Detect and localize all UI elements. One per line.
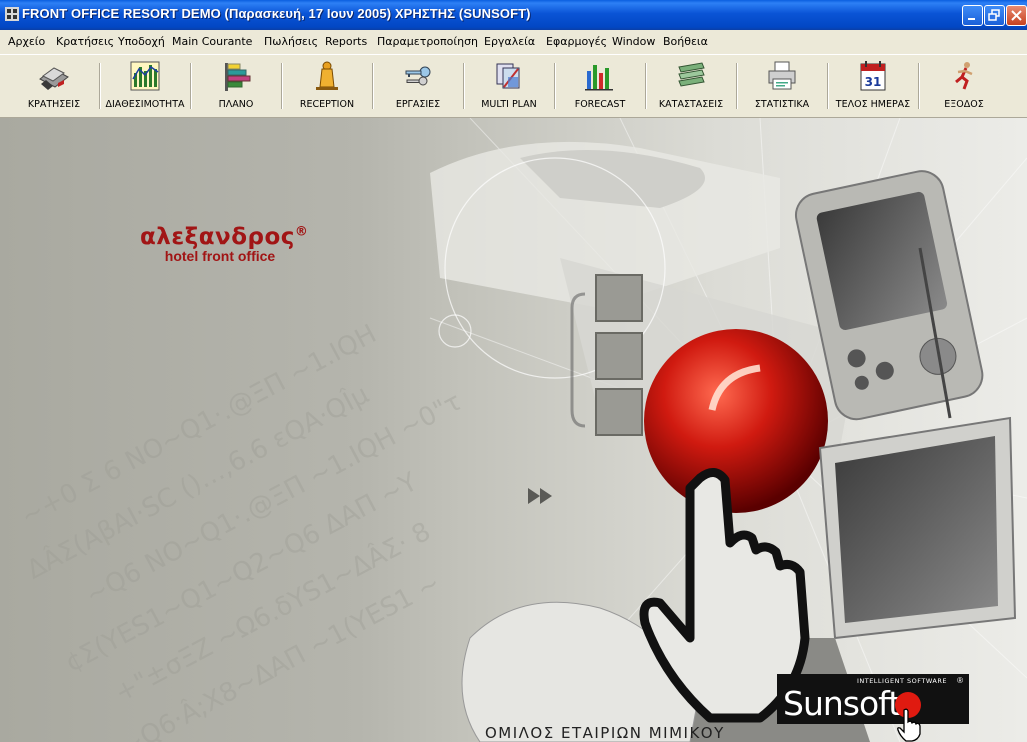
minimize-icon	[968, 18, 975, 20]
forecast-chart-icon	[585, 65, 613, 91]
splash-area: ~+0 Σ 6 NO~Q1·.@ΞΠ ~1.IQH ΔÂΣ(ΑβΑΙ·SC ()…	[0, 118, 1027, 742]
reservations-icon	[39, 67, 69, 90]
sunsoft-logo: INTELLIGENT SOFTWARE ® Sunsoft	[777, 674, 969, 724]
end-of-day-button[interactable]: 31 ΤΕΛΟΣ ΗΜΕΡΑΣ	[829, 57, 917, 115]
calendar-day: 31	[865, 75, 882, 89]
exit-label: ΕΞΟΔΟΣ	[944, 99, 984, 110]
menu-settings[interactable]: Παραμετροποίηση	[377, 35, 478, 48]
menu-applications[interactable]: Εφαρμογές	[546, 35, 607, 48]
forecast-button[interactable]: FORECAST	[556, 57, 644, 115]
close-icon	[1011, 10, 1022, 21]
menu-bar: Αρχείο Κρατήσεις Υποδοχή Main Courante Π…	[0, 30, 1027, 54]
reception-label: RECEPTION	[299, 99, 355, 110]
availability-chart-icon	[130, 61, 160, 91]
multi-plan-button[interactable]: MULTI PLAN	[465, 57, 553, 115]
sunsoft-registered-mark: ®	[957, 676, 963, 685]
main-toolbar: ΚΡΑΤΗΣΕΙΣ ΔΙΑΘΕΣΙΜΟΤΗΤΑ ΠΛΑΝΟ RECEPTION …	[0, 54, 1027, 118]
end-of-day-label: ΤΕΛΟΣ ΗΜΕΡΑΣ	[835, 99, 911, 110]
reception-button[interactable]: RECEPTION	[283, 57, 371, 115]
sunsoft-wordmark: Sunsoft	[783, 684, 901, 723]
window-title: FRONT OFFICE RESORT DEMO (Παρασκευή, 17 …	[22, 6, 531, 21]
exit-runner-icon	[955, 62, 973, 90]
restore-button[interactable]	[984, 5, 1005, 26]
splash-illustration: ~+0 Σ 6 NO~Q1·.@ΞΠ ~1.IQH ΔÂΣ(ΑβΑΙ·SC ()…	[16, 118, 1027, 742]
title-bar[interactable]: FRONT OFFICE RESORT DEMO (Παρασκευή, 17 …	[0, 0, 1027, 30]
menu-reservations[interactable]: Κρατήσεις	[56, 35, 114, 48]
statistics-printer-icon	[768, 61, 796, 90]
calendar-icon: 31	[860, 61, 886, 91]
plan-label: ΠΛΑΝΟ	[218, 99, 254, 110]
exit-button[interactable]: ΕΞΟΔΟΣ	[920, 57, 1008, 115]
menu-tools[interactable]: Εργαλεία	[484, 35, 535, 48]
group-name: ΟΜΙΛΟΣ ΕΤΑΙΡΙΩΝ ΜΙΜΙΚΟΥ	[485, 724, 725, 742]
tasks-button[interactable]: ΕΡΓΑΣΙΕΣ	[374, 57, 462, 115]
reservations-label: ΚΡΑΤΗΣΕΙΣ	[27, 99, 81, 110]
multi-plan-label: MULTI PLAN	[481, 99, 537, 110]
brand-name: αλεξανδρος®	[140, 224, 309, 250]
keys-icon	[405, 66, 431, 86]
menu-window[interactable]: Window	[612, 35, 655, 48]
plan-button[interactable]: ΠΛΑΝΟ	[192, 57, 280, 115]
brand-subtitle: hotel front office	[164, 248, 276, 264]
forecast-label: FORECAST	[574, 99, 626, 110]
menu-help[interactable]: Βοήθεια	[663, 35, 708, 48]
menu-reports[interactable]: Reports	[325, 35, 367, 48]
menu-main-courante[interactable]: Main Courante	[172, 35, 252, 48]
restore-icon	[988, 9, 1000, 21]
reports-stack-icon	[678, 62, 705, 87]
statements-button[interactable]: ΚΑΤΑΣΤΑΣΕΙΣ	[647, 57, 735, 115]
multi-plan-icon	[496, 63, 520, 89]
menu-reception[interactable]: Υποδοχή	[118, 35, 165, 48]
brand-block: αλεξανδρος® hotel front office	[140, 224, 309, 264]
menu-sales[interactable]: Πωλήσεις	[264, 35, 318, 48]
hand-cursor-icon	[897, 708, 921, 742]
app-icon[interactable]	[5, 7, 19, 21]
tasks-label: ΕΡΓΑΣΙΕΣ	[395, 99, 441, 110]
menu-file[interactable]: Αρχείο	[8, 35, 45, 48]
statistics-label: ΣΤΑΤΙΣΤΙΚΑ	[754, 99, 810, 110]
reservations-button[interactable]: ΚΡΑΤΗΣΕΙΣ	[10, 57, 98, 115]
statistics-button[interactable]: ΣΤΑΤΙΣΤΙΚΑ	[738, 57, 826, 115]
minimize-button[interactable]	[962, 5, 983, 26]
availability-button[interactable]: ΔΙΑΘΕΣΙΜΟΤΗΤΑ	[101, 57, 189, 115]
plan-bars-icon	[225, 63, 251, 91]
reception-bell-icon	[316, 61, 338, 90]
availability-label: ΔΙΑΘΕΣΙΜΟΤΗΤΑ	[105, 99, 185, 110]
statements-label: ΚΑΤΑΣΤΑΣΕΙΣ	[658, 99, 724, 110]
close-button[interactable]	[1006, 5, 1027, 26]
